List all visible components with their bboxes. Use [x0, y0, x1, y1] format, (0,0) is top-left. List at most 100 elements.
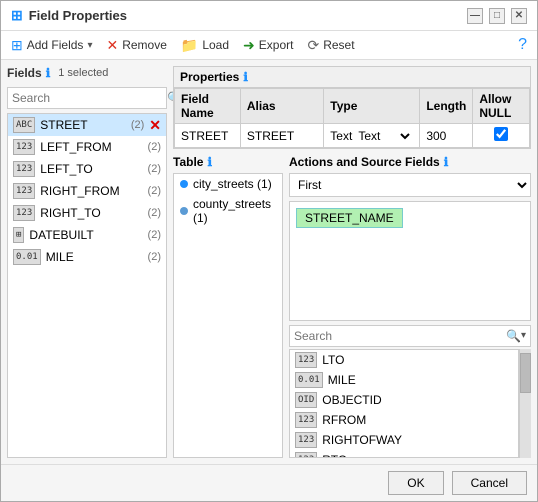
minimize-button[interactable]: — — [467, 8, 483, 24]
field-item[interactable]: 0.01 MILE (2) — [8, 246, 166, 268]
table-info-icon: ℹ — [207, 155, 212, 169]
add-fields-label: Add Fields — [27, 38, 84, 52]
bottom-bar: OK Cancel — [1, 464, 537, 501]
close-button[interactable]: ✕ — [511, 8, 527, 24]
title-bar: ⊞ Field Properties — □ ✕ — [1, 1, 537, 31]
scrollbar-thumb[interactable] — [520, 353, 531, 393]
add-fields-button[interactable]: ⊞ Add Fields ▾ — [11, 37, 92, 54]
source-fields-area: STREET_NAME — [289, 201, 531, 321]
col-type: Type — [324, 89, 420, 124]
field-type-badge: 123 — [13, 183, 35, 199]
right-panel: Properties ℹ Field Name Alias Type Lengt… — [173, 66, 531, 458]
remove-label: Remove — [122, 38, 167, 52]
available-search-dropdown-icon[interactable]: ▾ — [521, 330, 526, 341]
reset-button[interactable]: ⟳ Reset — [307, 37, 354, 54]
field-name-label: MILE — [46, 250, 143, 264]
properties-header: Properties ℹ — [174, 67, 530, 88]
table-dot — [180, 207, 188, 215]
properties-info-icon: ℹ — [243, 70, 248, 84]
available-field-item[interactable]: 0.01MILE — [290, 370, 518, 390]
main-content: Fields ℹ 1 selected 🔍 ▾ ABCSTREET(2)✕123… — [1, 60, 537, 464]
available-fields-search-input[interactable] — [294, 329, 506, 343]
actions-label: Actions and Source Fields ℹ — [289, 155, 531, 169]
selected-count: 1 selected — [58, 67, 108, 79]
table-list: city_streets (1) county_streets (1) — [173, 173, 283, 458]
reset-label: Reset — [323, 38, 354, 52]
prop-type-dropdown[interactable]: TextIntegerDouble — [354, 128, 413, 144]
field-count-label: (2) — [148, 229, 161, 241]
available-field-item[interactable]: 123RTO — [290, 450, 518, 459]
load-button[interactable]: 📁 Load — [181, 37, 229, 54]
prop-field-name: STREET — [175, 124, 241, 148]
fields-panel-header: Fields ℹ 1 selected — [7, 66, 167, 80]
col-allow-null: Allow NULL — [473, 89, 530, 124]
available-field-item[interactable]: 123RIGHTOFWAY — [290, 430, 518, 450]
prop-alias[interactable] — [240, 124, 323, 148]
export-button[interactable]: ➜ Export — [243, 37, 293, 54]
field-item[interactable]: 123 RIGHT_TO (2) — [8, 202, 166, 224]
avail-type-badge: 0.01 — [295, 372, 323, 388]
field-type-badge: 123 — [13, 139, 35, 155]
avail-type-badge: 123 — [295, 452, 317, 459]
field-count-label: (2) — [148, 185, 161, 197]
table-name: city_streets (1) — [193, 177, 272, 191]
available-field-item[interactable]: OIDOBJECTID — [290, 390, 518, 410]
maximize-button[interactable]: □ — [489, 8, 505, 24]
field-count-label: (2) — [148, 207, 161, 219]
field-name-label: RIGHT_FROM — [40, 184, 142, 198]
avail-field-name: RFROM — [322, 413, 366, 427]
scrollbar[interactable] — [519, 349, 531, 459]
table-label-text: Table — [173, 155, 203, 169]
available-field-item[interactable]: 123LTO — [290, 350, 518, 370]
load-label: Load — [202, 38, 229, 52]
window-icon: ⊞ — [11, 7, 23, 24]
avail-type-badge: 123 — [295, 352, 317, 368]
add-fields-caret: ▾ — [87, 40, 92, 51]
fields-search-input[interactable] — [12, 91, 167, 105]
cancel-button[interactable]: Cancel — [452, 471, 527, 495]
table-item[interactable]: county_streets (1) — [174, 194, 282, 228]
available-field-item[interactable]: 123RFROM — [290, 410, 518, 430]
available-search-icon: 🔍 — [506, 329, 521, 343]
prop-length: 300 — [420, 124, 473, 148]
reset-icon: ⟳ — [307, 37, 319, 54]
actions-info-icon: ℹ — [444, 155, 449, 169]
add-icon: ⊞ — [11, 37, 23, 54]
field-count-label: (2) — [148, 251, 161, 263]
source-field-tag[interactable]: STREET_NAME — [296, 208, 403, 228]
lower-section: Table ℹ city_streets (1) county_streets (… — [173, 155, 531, 458]
actions-section: Actions and Source Fields ℹ First STREET… — [289, 155, 531, 458]
field-type-badge: 0.01 — [13, 249, 41, 265]
field-item[interactable]: 123LEFT_FROM(2) — [8, 136, 166, 158]
field-name-label: RIGHT_TO — [40, 206, 142, 220]
table-item[interactable]: city_streets (1) — [174, 174, 282, 194]
available-fields-search-box: 🔍 ▾ — [289, 325, 531, 347]
actions-dropdown[interactable]: First — [289, 173, 531, 197]
field-item[interactable]: ABCSTREET(2)✕ — [8, 114, 166, 136]
remove-button[interactable]: ✕ Remove — [106, 37, 166, 54]
help-button[interactable]: ? — [518, 36, 527, 54]
properties-section: Properties ℹ Field Name Alias Type Lengt… — [173, 66, 531, 149]
prop-type: Text TextIntegerDouble — [324, 124, 420, 148]
field-item[interactable]: 123 RIGHT_FROM (2) — [8, 180, 166, 202]
field-count-label: (2) — [148, 163, 161, 175]
ok-button[interactable]: OK — [388, 471, 443, 495]
allow-null-checkbox[interactable] — [494, 127, 508, 141]
delete-field-icon[interactable]: ✕ — [149, 117, 161, 134]
table-label: Table ℹ — [173, 155, 283, 169]
properties-label: Properties — [180, 70, 239, 84]
prop-alias-input[interactable] — [247, 129, 317, 143]
field-name-label: LEFT_TO — [40, 162, 142, 176]
field-item[interactable]: ⊞DATEBUILT(2) — [8, 224, 166, 246]
remove-icon: ✕ — [106, 37, 118, 54]
field-type-badge: ABC — [13, 117, 35, 133]
fields-list: ABCSTREET(2)✕123LEFT_FROM(2)123LEFT_TO(2… — [7, 113, 167, 458]
col-field-name: Field Name — [175, 89, 241, 124]
field-item[interactable]: 123LEFT_TO(2) — [8, 158, 166, 180]
actions-label-text: Actions and Source Fields — [289, 155, 440, 169]
field-type-badge: 123 — [13, 205, 35, 221]
avail-type-badge: 123 — [295, 432, 317, 448]
actions-dropdown-row: First — [289, 173, 531, 197]
table-name: county_streets (1) — [193, 197, 276, 225]
col-alias: Alias — [240, 89, 323, 124]
